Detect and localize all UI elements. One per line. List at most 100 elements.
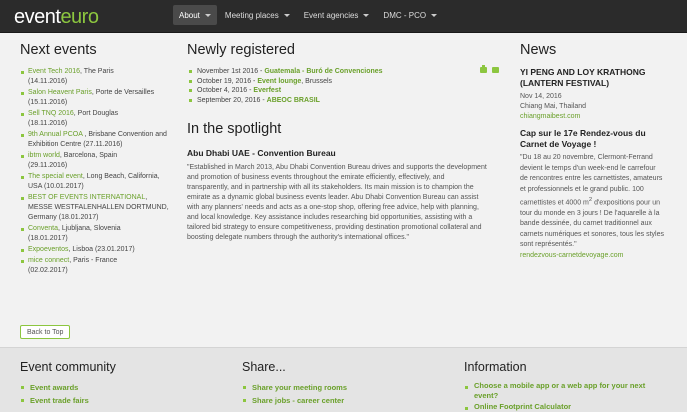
registration-link[interactable]: Guatemala - Buró de Convenciones xyxy=(264,68,382,75)
list-item: mice connect, Paris - France (02.02.2017) xyxy=(20,256,170,276)
registration-link[interactable]: ABEOC BRASIL xyxy=(267,97,320,104)
event-link[interactable]: 9th Annual PCOA xyxy=(28,131,82,138)
list-item: BEST OF EVENTS INTERNATIONAL, MESSE WEST… xyxy=(20,193,170,223)
back-to-top-label: Back to Top xyxy=(27,328,64,336)
registration-date: September 20, 2016 - xyxy=(197,96,267,104)
footer-information-list: Choose a mobile app or a web app for you… xyxy=(464,381,664,412)
logo-text-euro: euro xyxy=(60,6,99,28)
news-item-link[interactable]: rendezvous-carnetdevoyage.com xyxy=(520,251,665,261)
news-item-date: Nov 14, 2016 xyxy=(520,93,562,100)
spotlight-organization[interactable]: Abu Dhabi UAE - Convention Bureau xyxy=(187,148,499,158)
event-link[interactable]: mice connect xyxy=(28,257,69,264)
footer-link[interactable]: Online Footprint Calculator xyxy=(464,402,664,412)
chevron-down-icon xyxy=(431,13,438,17)
footer-share-list: Share your meeting rooms Share jobs - ca… xyxy=(242,381,442,407)
main-nav: About Meeting places Event agencies DMC … xyxy=(173,5,443,25)
event-link[interactable]: BEST OF EVENTS INTERNATIONAL xyxy=(28,194,145,201)
news-section: News YI PENG AND LOY KRATHONG (LANTERN F… xyxy=(520,42,665,261)
share-icons xyxy=(480,65,499,73)
nav-about[interactable]: About xyxy=(173,5,217,25)
list-item: Conventa, Ljubljana, Slovenia (18.01.2017… xyxy=(20,224,170,244)
registration-date: October 4, 2016 - xyxy=(197,87,254,94)
news-body-part: d'expositions pour un tour du monde en 3… xyxy=(520,199,664,249)
footer-link[interactable]: Event trade fairs xyxy=(20,394,220,407)
event-link[interactable]: ibtm world xyxy=(28,152,60,159)
nav-dmc-pco-label: DMC - PCO xyxy=(383,10,427,20)
top-navigation-bar: eventeuro About Meeting places Event age… xyxy=(0,0,687,33)
list-item: October 4, 2016 - Everfest xyxy=(187,86,477,96)
event-link[interactable]: Sell TNQ 2016 xyxy=(28,110,74,117)
news-item-location: Chiang Mai, Thailand xyxy=(520,103,587,110)
list-item: Expoeventos, Lisboa (23.01.2017) xyxy=(20,245,170,255)
event-link[interactable]: Expoeventos xyxy=(28,246,68,253)
event-location: , Paris - France xyxy=(69,257,118,264)
main-content: Newly registered November 1st 2016 - Gua… xyxy=(187,42,499,243)
footer-community-list: Event awards Event trade fairs xyxy=(20,381,220,407)
list-item: November 1st 2016 - Guatemala - Buró de … xyxy=(187,67,477,77)
newly-registered-heading: Newly registered xyxy=(187,42,295,58)
list-item: Event Tech 2016, The Paris (14.11.2016) xyxy=(20,67,170,87)
back-to-top-button[interactable]: Back to Top xyxy=(20,325,71,339)
registration-link[interactable]: Event lounge xyxy=(257,78,301,85)
nav-about-label: About xyxy=(179,10,200,20)
registration-date: October 19, 2016 - xyxy=(197,77,258,85)
news-item-body: "Du 18 au 20 novembre, Clermont-Ferrand … xyxy=(520,153,665,251)
next-events-heading: Next events xyxy=(20,42,97,58)
footer-information: Information Choose a mobile app or a web… xyxy=(464,360,664,412)
nav-event-agencies-label: Event agencies xyxy=(303,10,359,20)
list-item: October 19, 2016 - Event lounge, Brussel… xyxy=(187,77,477,87)
list-item: The special event, Long Beach, Californi… xyxy=(20,172,170,192)
news-item-link[interactable]: chiangmaibest.com xyxy=(520,112,665,122)
logo-text-event: event xyxy=(14,6,61,28)
footer-community-heading: Event community xyxy=(20,360,116,374)
event-location: , The Paris xyxy=(80,68,114,75)
next-events-list: Event Tech 2016, The Paris (14.11.2016) S… xyxy=(20,67,170,276)
footer-link[interactable]: Share your meeting rooms xyxy=(242,381,442,394)
chevron-down-icon xyxy=(204,13,211,17)
list-item: 9th Annual PCOA , Brisbane Convention an… xyxy=(20,130,170,150)
chevron-down-icon xyxy=(363,13,370,17)
nav-event-agencies[interactable]: Event agencies xyxy=(298,5,376,25)
event-link[interactable]: Event Tech 2016 xyxy=(28,68,80,75)
envelope-icon[interactable] xyxy=(492,67,499,73)
event-location: , Lisboa xyxy=(68,246,94,253)
footer-link[interactable]: Event awards xyxy=(20,381,220,394)
news-item-title[interactable]: YI PENG AND LOY KRATHONG (LANTERN FESTIV… xyxy=(520,67,665,89)
list-item: Salon Heavent Paris, Porte de Versailles… xyxy=(20,88,170,108)
newly-registered-list: November 1st 2016 - Guatemala - Buró de … xyxy=(187,67,477,105)
registration-date: November 1st 2016 - xyxy=(197,68,265,75)
event-date: (23.01.2017) xyxy=(94,246,135,253)
footer-link[interactable]: Share jobs - career center xyxy=(242,394,442,407)
footer-share: Share... Share your meeting rooms Share … xyxy=(242,360,442,407)
site-logo[interactable]: eventeuro xyxy=(14,6,99,29)
spotlight-heading: In the spotlight xyxy=(187,121,282,137)
footer-community: Event community Event awards Event trade… xyxy=(20,360,220,407)
event-link[interactable]: Conventa xyxy=(28,225,58,232)
registration-link[interactable]: Everfest xyxy=(253,87,281,94)
chevron-down-icon xyxy=(283,13,290,17)
newly-registered-block: November 1st 2016 - Guatemala - Buró de … xyxy=(187,65,499,105)
event-link[interactable]: Salon Heavent Paris xyxy=(28,89,92,96)
footer: Event community Event awards Event trade… xyxy=(0,347,687,412)
footer-link[interactable]: Choose a mobile app or a web app for you… xyxy=(464,381,664,401)
list-item: September 20, 2016 - ABEOC BRASIL xyxy=(187,96,477,106)
news-heading: News xyxy=(520,42,557,58)
event-link[interactable]: The special event xyxy=(28,173,83,180)
event-date: (29.11.2016) xyxy=(28,162,68,169)
event-date: (15.11.2016) xyxy=(28,99,68,106)
event-date: (02.02.2017) xyxy=(28,267,68,274)
event-date: (18.01.2017) xyxy=(28,235,68,242)
event-location: , Ljubljana, Slovenia xyxy=(57,225,121,232)
nav-meeting-places-label: Meeting places xyxy=(224,10,279,20)
next-events-section: Next events Event Tech 2016, The Paris (1… xyxy=(20,42,170,277)
event-location: , Porte de Versailles xyxy=(91,89,155,96)
printer-icon[interactable] xyxy=(480,65,487,73)
nav-dmc-pco[interactable]: DMC - PCO xyxy=(377,5,443,25)
event-date: (18.11.2016) xyxy=(28,120,68,127)
event-location: , Barcelona, Spain xyxy=(59,152,118,159)
nav-meeting-places[interactable]: Meeting places xyxy=(219,5,296,25)
footer-share-heading: Share... xyxy=(242,360,286,374)
news-item-title[interactable]: Cap sur le 17e Rendez-vous du Carnet de … xyxy=(520,128,665,150)
event-date: (14.11.2016) xyxy=(28,78,68,85)
list-item: Sell TNQ 2016, Port Douglas (18.11.2016) xyxy=(20,109,170,129)
